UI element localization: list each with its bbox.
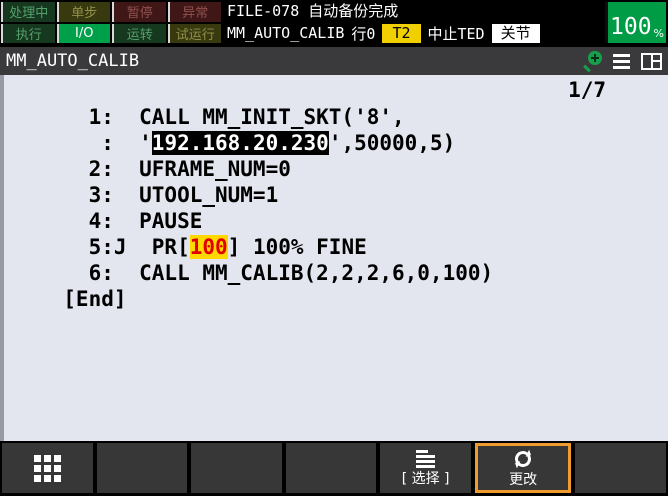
program-line[interactable]: 2: UFRAME_NUM=0 — [38, 156, 668, 182]
softkey-f6[interactable] — [575, 443, 667, 493]
led-prod: 运转 — [112, 23, 166, 43]
softkey-change-label: 更改 — [509, 471, 538, 488]
led-hold: 暂停 — [112, 2, 166, 22]
percent-sign: % — [653, 27, 664, 40]
softkey-change[interactable]: 更改 — [474, 443, 572, 493]
led-run: 执行 — [1, 23, 55, 43]
code-text: 2: UFRAME_NUM=0 — [38, 157, 291, 181]
status-led-grid: 处理中 单步 暂停 异常 执行 I/O 运转 试运行 — [1, 2, 221, 43]
led-fault: 异常 — [167, 2, 221, 22]
softkey-menu[interactable] — [2, 443, 93, 493]
highlighted-register-value: 100 — [189, 235, 228, 259]
program-name: MM_AUTO_CALIB — [227, 24, 345, 42]
program-status-line: MM_AUTO_CALIB 行0 T2 中止TED 关节 — [227, 22, 540, 44]
line-position-indicator: 1/7 — [568, 78, 606, 102]
program-line-number: 行0 — [351, 24, 376, 43]
code-text: ] 100% FINE — [227, 235, 367, 259]
selected-text: 192.168.20.230 — [151, 131, 329, 155]
code-text: 3: UTOOL_NUM=1 — [38, 183, 279, 207]
program-line[interactable]: 4: PAUSE — [38, 208, 668, 234]
title-bar: MM_AUTO_CALIB — [0, 45, 668, 75]
program-line[interactable]: 5:J PR[100] 100% FINE — [38, 234, 668, 260]
mode-badge: T2 — [382, 23, 421, 43]
program-code: 1: CALL MM_INIT_SKT('8', : '192.168.20.2… — [38, 104, 668, 312]
status-bar: 处理中 单步 暂停 异常 执行 I/O 运转 试运行 FILE-078 自动备份… — [0, 0, 668, 45]
title-bar-icons — [582, 51, 662, 73]
softkey-select-label: [ 选择 ] — [401, 470, 450, 487]
menu-icon[interactable] — [613, 53, 630, 69]
abort-status: 中止TED — [427, 24, 485, 43]
code-text: 5:J PR[ — [38, 235, 190, 259]
program-line[interactable]: 1: CALL MM_INIT_SKT('8', — [38, 104, 668, 130]
page-title: MM_AUTO_CALIB — [6, 51, 140, 71]
coord-system-badge: 关节 — [491, 23, 540, 43]
status-messages: FILE-078 自动备份完成 MM_AUTO_CALIB 行0 T2 中止TE… — [227, 1, 540, 44]
led-test-cycle: 试运行 — [167, 23, 221, 43]
softkey-f3[interactable] — [285, 443, 377, 493]
system-message: FILE-078 自动备份完成 — [227, 2, 399, 20]
code-text: [End] — [38, 287, 127, 311]
softkey-bar: [ 选择 ] 更改 — [0, 441, 668, 496]
program-line[interactable]: 6: CALL MM_CALIB(2,2,2,6,0,100) — [38, 260, 668, 286]
list-icon — [416, 449, 436, 468]
teach-pendant-screen: 处理中 单步 暂停 异常 执行 I/O 运转 试运行 FILE-078 自动备份… — [0, 0, 668, 496]
speed-override-display: 100 % — [605, 2, 666, 43]
code-text: 6: CALL MM_CALIB(2,2,2,6,0,100) — [38, 261, 494, 285]
program-line[interactable]: : '192.168.20.230',50000,5) — [38, 130, 668, 156]
softkey-f1[interactable] — [96, 443, 188, 493]
program-line-end[interactable]: [End] — [38, 286, 668, 312]
code-text: ',50000,5) — [328, 131, 456, 155]
zoom-in-icon[interactable] — [582, 51, 602, 73]
split-window-icon[interactable] — [641, 52, 662, 70]
code-text: 4: PAUSE — [38, 209, 203, 233]
led-io: I/O — [56, 23, 110, 43]
menu-grid-icon — [33, 454, 61, 482]
program-editor: 1/7 1: CALL MM_INIT_SKT('8', : '192.168.… — [0, 75, 668, 441]
code-text: 1: CALL MM_INIT_SKT('8', — [38, 105, 405, 129]
code-text: : ' — [38, 131, 152, 155]
softkey-f2[interactable] — [191, 443, 282, 493]
led-single-step: 单步 — [56, 2, 110, 22]
led-processing: 处理中 — [1, 2, 55, 22]
softkey-select[interactable]: [ 选择 ] — [380, 443, 471, 493]
program-line[interactable]: 3: UTOOL_NUM=1 — [38, 182, 668, 208]
sync-refresh-icon — [509, 449, 537, 469]
speed-value: 100 — [610, 14, 652, 40]
